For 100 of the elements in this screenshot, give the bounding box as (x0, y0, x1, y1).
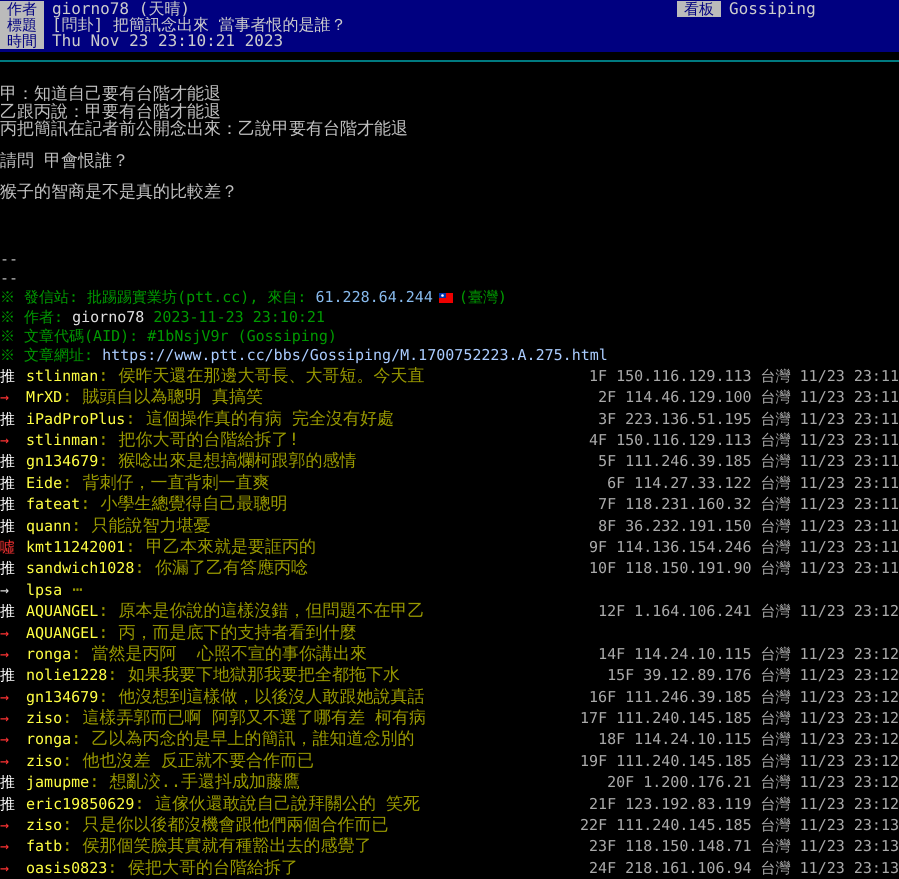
author-name: giorno78 (72, 308, 144, 328)
comment-text: : 他也沒差 反正就不要合作而已 (62, 750, 314, 772)
comment-text: : 丙，而是底下的支持者看到什麼 (98, 622, 357, 644)
comment-meta: 7F 118.231.160.32 台灣 11/23 23:11 (598, 494, 899, 516)
comment-tag: 推 (0, 472, 26, 494)
comment-text: : 只是你以後都沒機會跟他們兩個合作而已 (62, 815, 389, 836)
comment-user: oasis0823 (26, 858, 108, 879)
comment-text: : 當然是丙阿 心照不宣的事你講出來 (71, 644, 368, 666)
body-text: 乙跟丙說：甲要有台階才能退 (0, 104, 222, 121)
comment-text: : 想亂洨..手還抖成加藤鷹 (89, 772, 300, 794)
time-value: Thu Nov 23 23:10:21 2023 (52, 33, 284, 49)
comment-tag: → (0, 858, 26, 879)
comment-user: MrXD (26, 387, 62, 408)
signature-label: ※ 作者: (0, 308, 64, 328)
post-date: 2023-11-23 23:10:21 (153, 308, 325, 328)
comment-text: : 背刺仔，一直背刺一直爽 (62, 472, 270, 494)
comment-user: sandwich1028 (26, 558, 134, 580)
comment-user: kmt11242001 (26, 536, 126, 558)
comment-text: ⋯ (71, 580, 83, 602)
article-link[interactable]: https://www.ptt.cc/bbs/Gossiping/M.1700752223.A.275.html (102, 346, 608, 366)
comment-user: stlinman (26, 366, 98, 387)
comment-text: : 如果我要下地獄那我要把全都拖下水 (107, 665, 400, 687)
comment-tag: 推 (0, 451, 26, 473)
comment-meta: 23F 118.150.148.71 台灣 11/23 23:13 (589, 836, 899, 858)
comment-text: : 你漏了乙有答應丙唸 (134, 558, 308, 580)
comment-user: ziso (26, 708, 62, 730)
comment-tag: → (0, 387, 26, 409)
board-value: Gossiping (729, 1, 817, 17)
comment-meta: 1F 150.116.129.113 台灣 11/23 23:11 (589, 366, 899, 387)
comment-tag: → (0, 836, 26, 858)
comment-user: ziso (26, 750, 62, 772)
field-label: 看板 (677, 1, 721, 17)
comment-user: iPadProPlus (26, 408, 126, 430)
comment-meta: 8F 36.232.191.150 台灣 11/23 23:11 (598, 516, 899, 537)
separator-text: -- (0, 268, 20, 288)
comment-user: gn134679 (26, 451, 98, 472)
comment-tag: → (0, 729, 26, 751)
comment-tag: → (0, 708, 26, 730)
comment-meta: 16F 111.246.39.185 台灣 11/23 23:12 (589, 686, 899, 708)
comment-user: AQUANGEL (26, 622, 98, 644)
comment-meta: 15F 39.12.89.176 台灣 11/23 23:12 (607, 665, 899, 686)
comment-tag: → (0, 580, 26, 602)
comment-meta: 22F 111.240.145.185 台灣 11/23 23:13 (580, 815, 899, 836)
comment-user: ronga (26, 729, 72, 750)
comment-text: : 只能說智力堪憂 (71, 516, 211, 537)
comment-tag: 推 (0, 794, 26, 816)
comment-text: : 侯那個笑臉其實就有種豁出去的感覺了 (62, 836, 372, 858)
comment-tag: → (0, 622, 26, 644)
comment-meta: 21F 123.192.83.119 台灣 11/23 23:12 (589, 794, 899, 815)
comment-tag: 推 (0, 516, 26, 537)
comment-text: : 這樣弄郭而已啊 阿郭又不選了哪有差 柯有病 (62, 708, 426, 730)
comment-user: Eide (26, 472, 62, 494)
comment-user: AQUANGEL (26, 601, 98, 622)
comment-user: ronga (26, 644, 72, 665)
comment-user: ziso (26, 815, 62, 836)
comment-meta: 10F 118.150.191.90 台灣 11/23 23:11 (589, 558, 899, 580)
separator-text: -- (0, 250, 20, 269)
comment-tag: → (0, 430, 26, 452)
author-value: giorno78 (天晴) (52, 1, 190, 17)
signature-label: ※ 文章網址: (0, 346, 94, 366)
comment-meta: 14F 114.24.10.115 台灣 11/23 23:12 (598, 644, 899, 665)
comment-text: : 把你大哥的台階給拆了! (98, 430, 299, 452)
comment-tag: → (0, 686, 26, 708)
flag-icon (438, 292, 453, 303)
comment-user: jamupme (26, 772, 90, 794)
comment-meta: 3F 223.136.51.195 台灣 11/23 23:11 (598, 408, 899, 430)
comment-tag: → (0, 644, 26, 666)
comment-meta: 17F 111.240.145.185 台灣 11/23 23:12 (580, 708, 899, 730)
comment-text: : 甲乙本來就是要誆丙的 (125, 536, 316, 558)
comment-user: lpsa (26, 580, 62, 601)
comment-meta: 19F 111.240.145.185 台灣 11/23 23:12 (580, 750, 899, 772)
comment-meta: 5F 111.246.39.185 台灣 11/23 23:11 (598, 451, 899, 472)
comment-tag: → (0, 750, 26, 772)
comment-meta: 9F 114.136.154.246 台灣 11/23 23:11 (589, 536, 899, 558)
comment-text: : 侯昨天還在那邊大哥長、大哥短。今天直 (98, 366, 425, 388)
comment-tag: 推 (0, 408, 26, 430)
body-text: 請問 甲會恨誰？ (0, 152, 130, 170)
body-text: 丙把簡訊在記者前公開念出來：乙說甲要有台階才能退 (0, 121, 409, 138)
comment-text: : 原本是你說的這樣沒錯，但問題不在甲乙 (98, 601, 425, 623)
comment-meta: 12F 1.164.106.241 台灣 11/23 23:12 (598, 601, 899, 622)
comment-tag: 推 (0, 601, 26, 623)
ip-address: 61.228.64.244 (315, 288, 433, 308)
comment-meta: 4F 150.116.129.113 台灣 11/23 23:11 (589, 430, 899, 452)
comment-user: fatb (26, 836, 62, 858)
comment-tag: 推 (0, 366, 26, 388)
comment-user: nolie1228 (26, 665, 108, 686)
comment-meta: 18F 114.24.10.115 台灣 11/23 23:12 (598, 729, 899, 750)
comment-tag: 推 (0, 665, 26, 687)
comment-meta: 6F 114.27.33.122 台灣 11/23 23:11 (607, 472, 899, 494)
body-text: 甲：知道自己要有台階才能退 (0, 86, 222, 104)
comment-text: : 猴唸出來是想搞爛柯跟郭的感情 (98, 451, 357, 473)
comment-text: : 賊頭自以為聰明 真搞笑 (62, 387, 263, 409)
title-value: [問卦] 把簡訊念出來 當事者恨的是誰？ (52, 17, 347, 33)
comment-text: : 這傢伙還敢說自己說拜關公的 笑死 (134, 794, 420, 816)
comment-tag: 噓 (0, 536, 26, 558)
signature-label: ※ 文章代碼(AID): #1bNsjV9r (Gossiping) (0, 327, 337, 346)
comment-text: : 小學生總覺得自己最聰明 (80, 494, 288, 516)
comment-meta: 2F 114.46.129.100 台灣 11/23 23:11 (598, 387, 899, 408)
comment-user: stlinman (26, 430, 98, 452)
comment-text: : 這個操作真的有病 完全沒有好處 (125, 408, 394, 430)
